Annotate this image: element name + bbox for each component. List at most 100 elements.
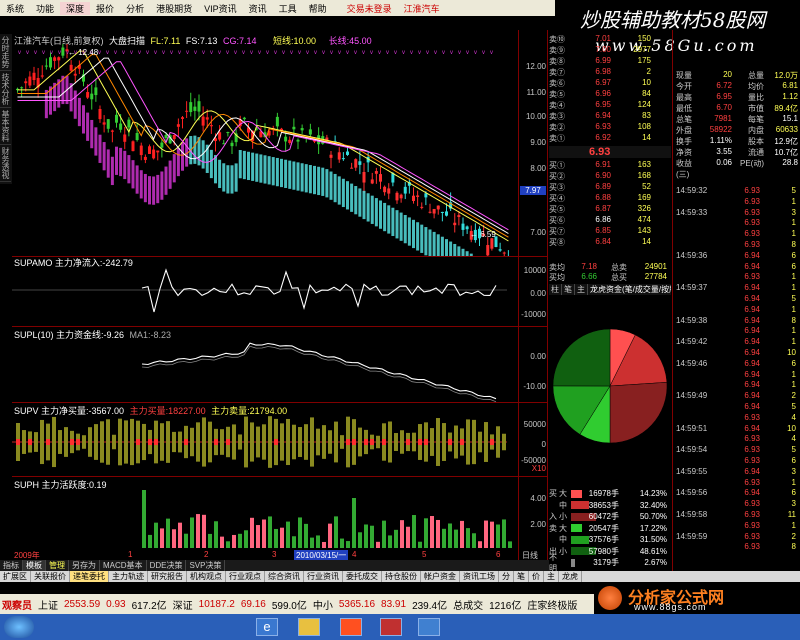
activity-bar: [304, 523, 308, 548]
activity-bar: [196, 514, 200, 548]
level-label: 买⑤: [549, 205, 565, 214]
main-price-chart[interactable]: vvvvvvvvvvvvvvvvvvvvvvvvvvvvvvvvvvvvvvvv…: [12, 44, 520, 256]
func-item[interactable]: 持仓股份: [382, 571, 421, 582]
tab-indicator[interactable]: 指标: [0, 560, 23, 571]
sell-level-row: 卖① 6.92 14: [549, 133, 671, 144]
flow-volume: 38653手: [588, 500, 619, 510]
volume-bar: [58, 430, 62, 454]
func-item[interactable]: 主: [544, 571, 559, 582]
side-tab-technical[interactable]: 技术分析: [0, 71, 11, 108]
tab-template[interactable]: 模板: [23, 560, 46, 571]
candle-body: [436, 205, 440, 210]
net-buy-bar: [418, 439, 422, 445]
signal-marker: v: [282, 50, 285, 56]
candle-body: [395, 192, 399, 201]
candle-body: [218, 132, 222, 140]
func-item[interactable]: 综合资讯: [265, 571, 304, 582]
tab-svp[interactable]: SVP决策: [186, 560, 226, 571]
ie-icon[interactable]: e: [256, 618, 278, 636]
level-volume: 143: [637, 226, 651, 235]
func-item[interactable]: 递笔委托: [70, 571, 109, 582]
tab-macd[interactable]: MACD基本: [100, 560, 147, 571]
folder-icon[interactable]: [298, 618, 320, 636]
tick-price: 6.94: [744, 315, 760, 325]
level-price: 7.01: [595, 34, 611, 43]
side-tab-timeshare[interactable]: 分时走势: [0, 34, 11, 71]
stat-key2: 每笔: [748, 115, 764, 124]
tick-row: 6.94 6: [676, 262, 800, 273]
menu-help[interactable]: 帮助: [303, 2, 333, 15]
tab-stroke[interactable]: 笔: [562, 284, 575, 295]
user-label[interactable]: 观察员: [2, 597, 32, 612]
stock-header: [676, 58, 800, 68]
supv-chart[interactable]: [12, 412, 518, 476]
menu-tools[interactable]: 工具: [273, 2, 303, 15]
func-item[interactable]: 扩展区: [0, 571, 31, 582]
menu-vip-news[interactable]: VIP资讯: [198, 2, 243, 15]
ribbon-block: [300, 163, 304, 192]
ribbon-block: [119, 147, 123, 177]
panel-axis-label: 0.00: [530, 289, 546, 298]
func-item[interactable]: 价: [529, 571, 544, 582]
activity-bar: [496, 524, 500, 548]
candle-body: [370, 179, 374, 184]
net-buy-bar: [346, 439, 350, 445]
stock-app-icon[interactable]: [380, 618, 402, 636]
func-item[interactable]: 关联报价: [31, 571, 70, 582]
menu-depth[interactable]: 深度: [60, 1, 91, 15]
func-item[interactable]: 帐户资金: [421, 571, 460, 582]
trade-status[interactable]: 交易未登录: [341, 2, 398, 15]
volume-bar: [304, 424, 308, 460]
tab-dragon-tiger[interactable]: 龙虎资金(笔/成交量/按所有: [588, 284, 671, 295]
signal-marker: v: [130, 50, 133, 56]
app-icon[interactable]: [418, 618, 440, 636]
stat-key2: 量比: [748, 93, 764, 102]
func-item[interactable]: 研究报告: [148, 571, 187, 582]
low-value: 6.59: [480, 230, 496, 239]
menu-news[interactable]: 资讯: [243, 2, 273, 15]
supl-chart[interactable]: [12, 336, 518, 402]
func-item[interactable]: 行业观点: [226, 571, 265, 582]
menu-analysis[interactable]: 分析: [120, 2, 150, 15]
panel-axis-label: 50000: [523, 420, 546, 429]
tick-time: [676, 262, 716, 273]
supamo-chart[interactable]: [12, 264, 518, 326]
func-item[interactable]: 资讯工场: [460, 571, 499, 582]
ribbon-block: [209, 149, 213, 179]
tab-dde[interactable]: DDE决策: [147, 560, 187, 571]
func-item[interactable]: 委托成交: [343, 571, 382, 582]
tab-main[interactable]: 主: [575, 284, 588, 295]
menu-hk-futures[interactable]: 港股期货: [150, 2, 198, 15]
menu-quote[interactable]: 报价: [90, 2, 120, 15]
side-tab-finance[interactable]: 财务透视: [0, 145, 11, 182]
candle-body: [20, 87, 24, 89]
tick-price: 6.93: [744, 456, 760, 465]
func-item[interactable]: 分: [499, 571, 514, 582]
func-item[interactable]: 龙虎: [559, 571, 582, 582]
sh-change: 0.93: [106, 598, 126, 610]
func-item[interactable]: 主力轨迹: [109, 571, 148, 582]
tick-volume: 5: [791, 402, 796, 411]
ribbon-block: [176, 147, 180, 177]
tick-row: 6.93 8: [676, 240, 800, 251]
candle-body: [44, 65, 48, 67]
candle-body: [362, 171, 366, 183]
flow-percent: 48.61%: [639, 546, 667, 556]
ribbon-block: [214, 155, 217, 184]
func-item[interactable]: 行业资讯: [304, 571, 343, 582]
suph-chart[interactable]: [12, 486, 518, 550]
app-icon[interactable]: [340, 618, 362, 636]
tab-manage[interactable]: 管理: [46, 560, 69, 571]
start-button[interactable]: [4, 616, 34, 638]
menu-function[interactable]: 功能: [30, 2, 60, 15]
level-label: 买⑧: [549, 238, 565, 247]
tab-save-as[interactable]: 另存为: [69, 560, 100, 571]
func-item[interactable]: 机构观点: [187, 571, 226, 582]
func-item[interactable]: 笔: [514, 571, 529, 582]
tick-price: 6.94: [744, 488, 760, 498]
activity-bar: [250, 517, 254, 548]
tab-bar[interactable]: 柱: [549, 284, 562, 295]
menu-system[interactable]: 系统: [0, 2, 30, 15]
side-tab-basic[interactable]: 基本资料: [0, 108, 11, 145]
tick-time: 14:59:38: [676, 315, 708, 325]
